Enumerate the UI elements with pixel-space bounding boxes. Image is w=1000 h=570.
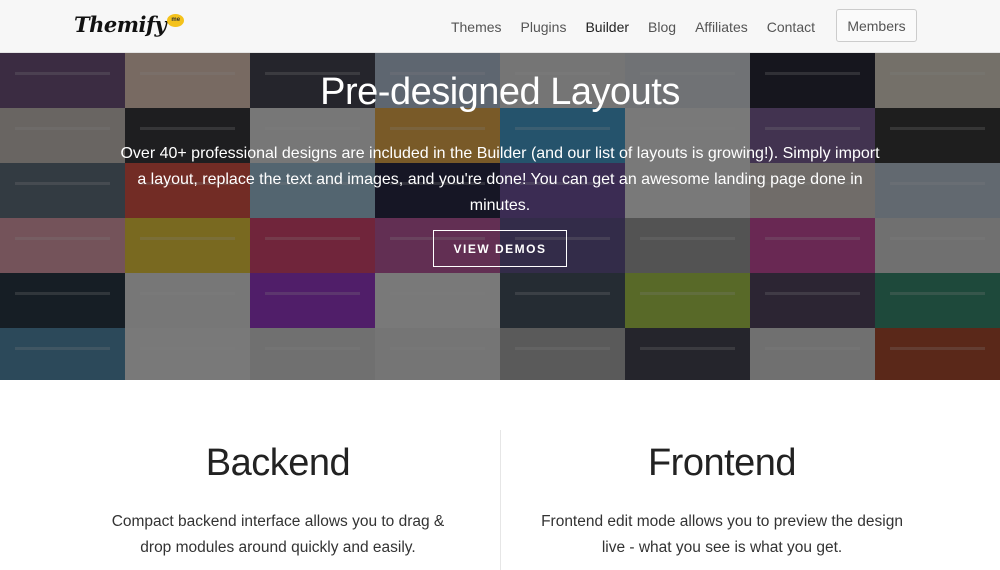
nav-plugins[interactable]: Plugins xyxy=(521,19,567,35)
frontend-feature: Frontend Frontend edit mode allows you t… xyxy=(472,380,972,561)
hero-section: Pre-designed Layouts Over 40+ profession… xyxy=(0,53,1000,380)
nav-affiliates[interactable]: Affiliates xyxy=(695,19,748,35)
nav-contact[interactable]: Contact xyxy=(767,19,815,35)
logo-text: Themify xyxy=(74,12,167,37)
features-section: Backend Compact backend interface allows… xyxy=(0,380,1000,570)
view-demos-button[interactable]: VIEW DEMOS xyxy=(433,230,567,267)
themify-logo[interactable]: Themify me xyxy=(74,12,185,37)
hero-title: Pre-designed Layouts xyxy=(320,71,680,113)
backend-feature: Backend Compact backend interface allows… xyxy=(28,380,528,561)
main-nav: Themes Plugins Builder Blog Affiliates C… xyxy=(432,0,815,53)
nav-blog[interactable]: Blog xyxy=(648,19,676,35)
nav-builder[interactable]: Builder xyxy=(585,19,629,35)
nav-themes[interactable]: Themes xyxy=(451,19,502,35)
site-header: Themify me Themes Plugins Builder Blog A… xyxy=(0,0,1000,53)
backend-title: Backend xyxy=(205,442,351,484)
hero-description: Over 40+ professional designs are includ… xyxy=(120,145,880,214)
members-button[interactable]: Members xyxy=(836,9,917,42)
frontend-text: Frontend edit mode allows you to preview… xyxy=(541,513,903,556)
backend-text: Compact backend interface allows you to … xyxy=(111,513,445,556)
frontend-title: Frontend xyxy=(647,442,797,484)
logo-badge: me xyxy=(167,14,185,27)
